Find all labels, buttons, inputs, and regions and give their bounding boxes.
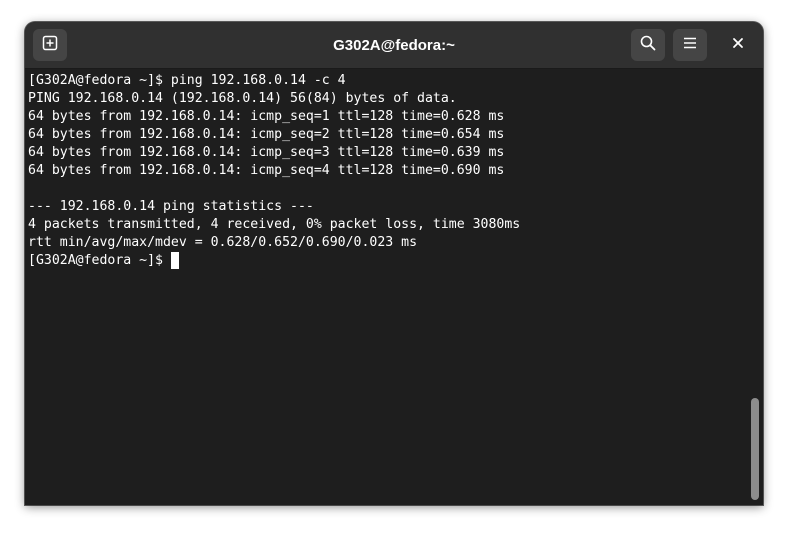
terminal-line: 64 bytes from 192.168.0.14: icmp_seq=2 t…: [28, 127, 505, 142]
new-tab-button[interactable]: [33, 29, 67, 61]
shell-prompt: [G302A@fedora ~]$: [28, 253, 171, 268]
text-cursor: [170, 252, 179, 269]
terminal-line: 64 bytes from 192.168.0.14: icmp_seq=4 t…: [28, 163, 505, 178]
terminal-line: rtt min/avg/max/mdev = 0.628/0.652/0.690…: [28, 235, 418, 250]
terminal-line: [G302A@fedora ~]$ ping 192.168.0.14 -c 4: [28, 73, 346, 88]
close-button[interactable]: [723, 29, 753, 61]
header-bar: G302A@fedora:~: [25, 22, 763, 69]
close-icon: [732, 36, 744, 54]
scrollbar-thumb[interactable]: [751, 398, 759, 500]
terminal-output[interactable]: [G302A@fedora ~]$ ping 192.168.0.14 -c 4…: [25, 69, 747, 505]
terminal-line: 4 packets transmitted, 4 received, 0% pa…: [28, 217, 521, 232]
prompt-line[interactable]: [G302A@fedora ~]$: [28, 252, 747, 270]
new-tab-icon: [42, 35, 58, 56]
main-menu-button[interactable]: [673, 29, 707, 61]
terminal-line: PING 192.168.0.14 (192.168.0.14) 56(84) …: [28, 91, 457, 106]
terminal-line: 64 bytes from 192.168.0.14: icmp_seq=3 t…: [28, 145, 505, 160]
hamburger-menu-icon: [682, 35, 698, 56]
search-icon: [640, 35, 656, 56]
search-button[interactable]: [631, 29, 665, 61]
terminal-line: 64 bytes from 192.168.0.14: icmp_seq=1 t…: [28, 109, 505, 124]
terminal-line: --- 192.168.0.14 ping statistics ---: [28, 199, 314, 214]
terminal-window: G302A@fedora:~ [G302A@fedora ~]$ ping 19…: [25, 22, 763, 505]
vertical-scrollbar[interactable]: [747, 69, 763, 505]
